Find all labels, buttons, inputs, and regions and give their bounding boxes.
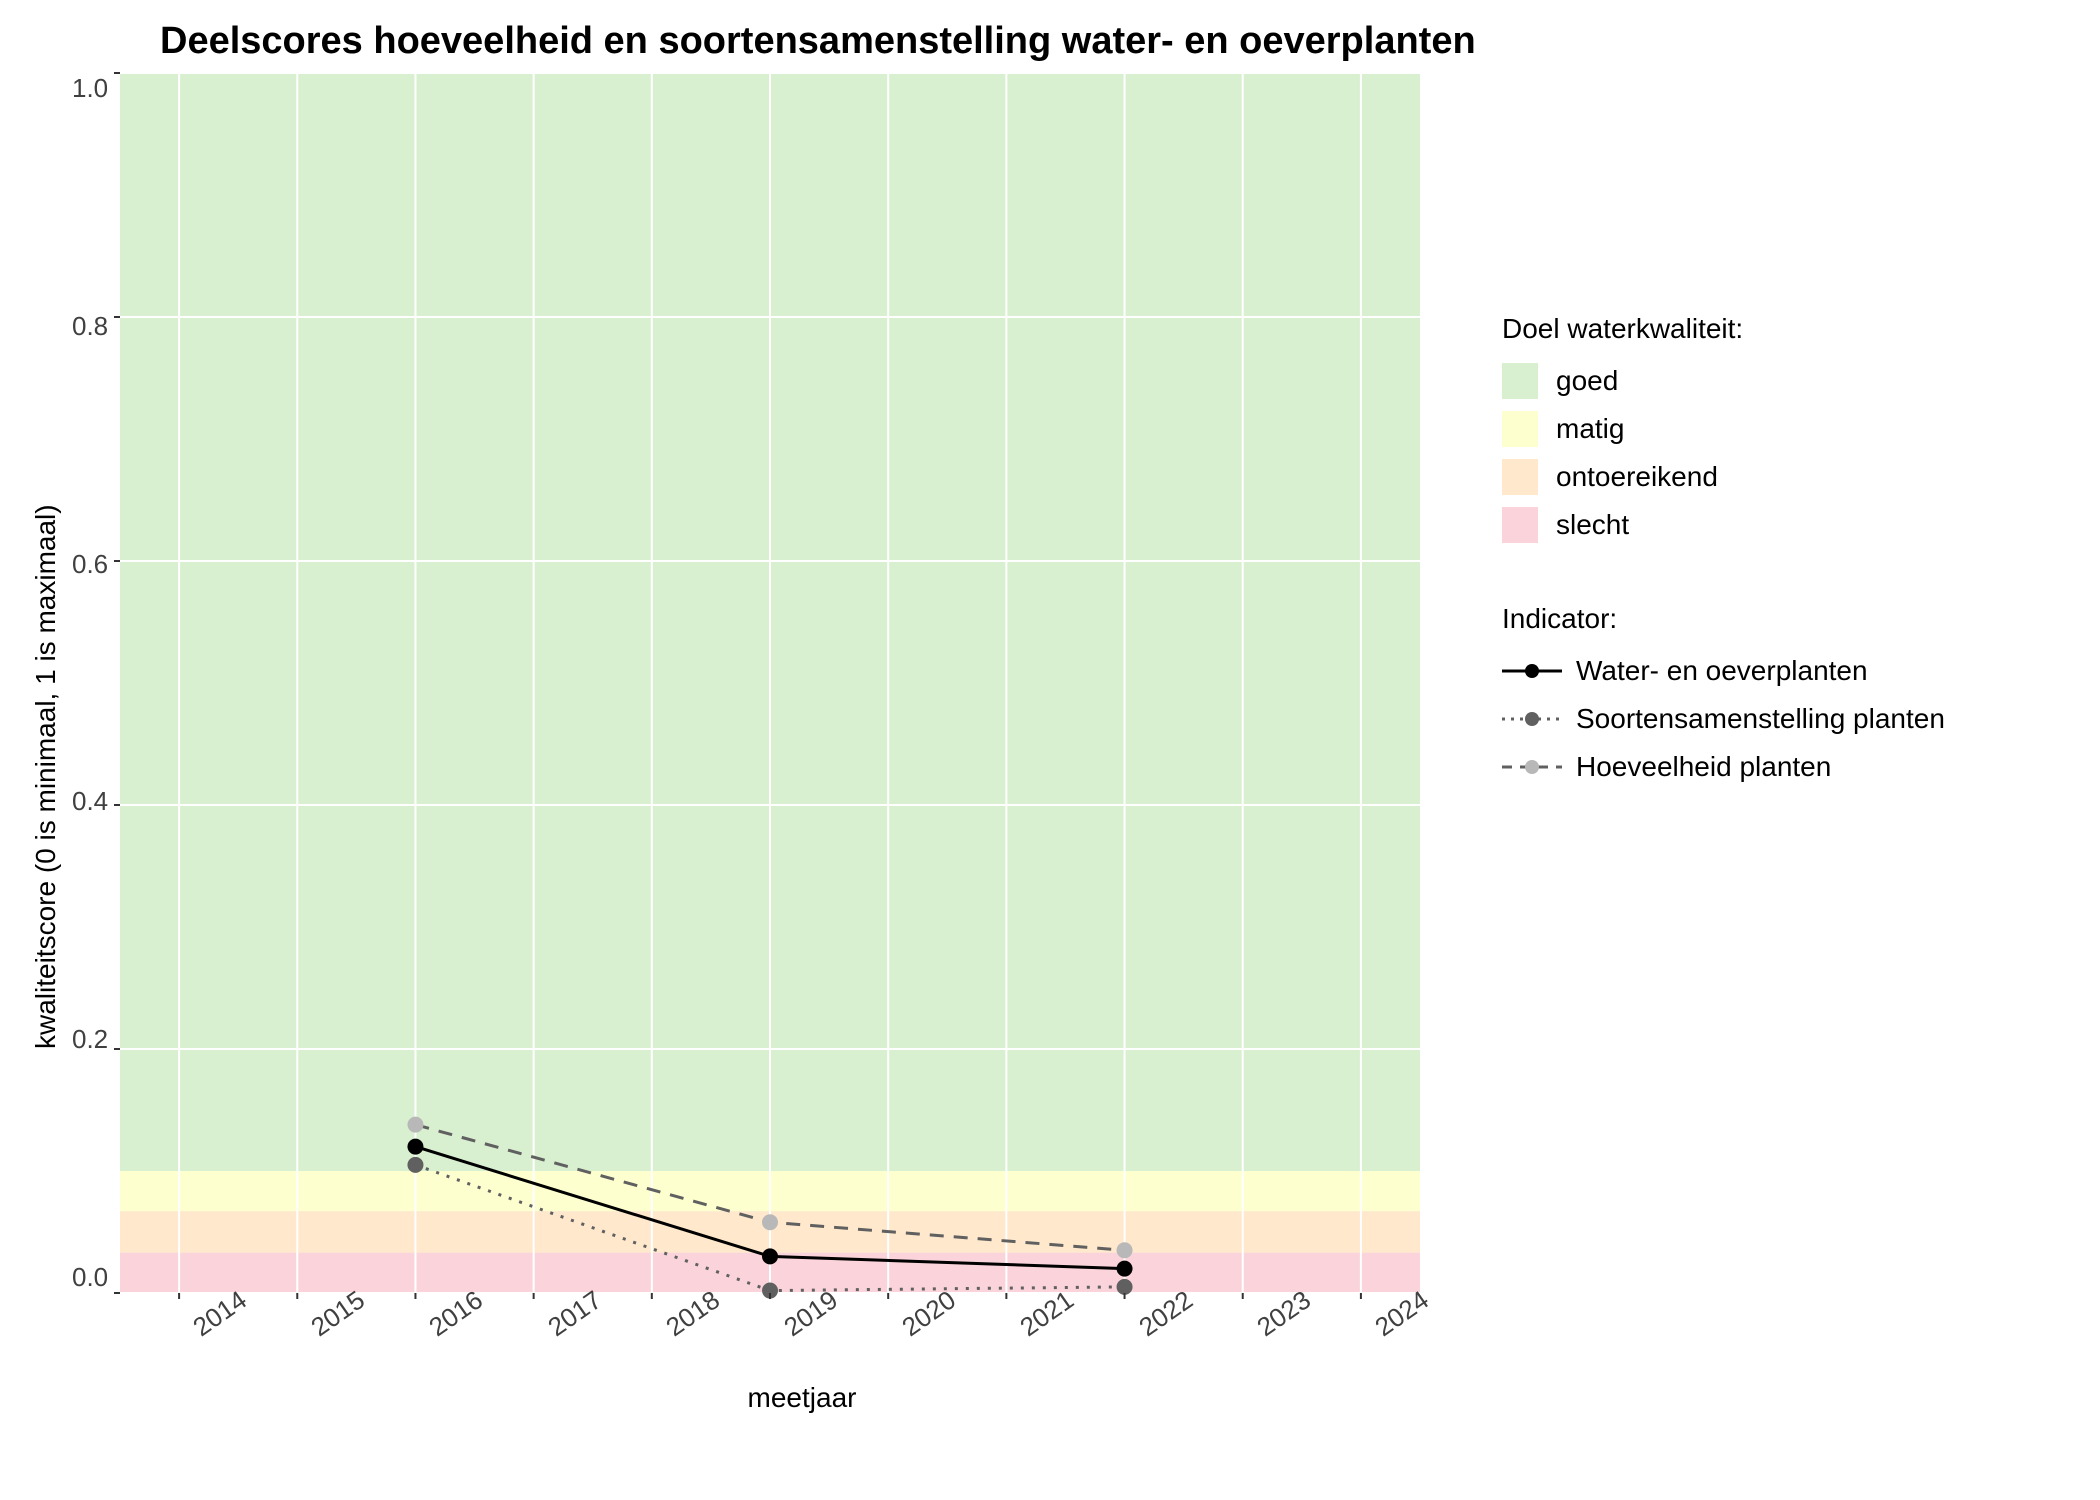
legend-label: Hoeveelheid planten [1576, 751, 1831, 783]
legend-item-hoeveelheid: Hoeveelheid planten [1502, 749, 1945, 785]
chart-container: Deelscores hoeveelheid en soortensamenst… [20, 20, 2080, 1480]
line-sample-dashed-icon [1502, 749, 1562, 785]
y-axis-label: kwaliteitscore (0 is minimaal, 1 is maxi… [20, 73, 72, 1480]
chart-body: kwaliteitscore (0 is minimaal, 1 is maxi… [20, 73, 2080, 1480]
y-ticks: 1.0 0.8 0.6 0.4 0.2 0.0 [72, 73, 120, 1293]
plot-canvas [120, 73, 1420, 1293]
plot-column: 1.0 0.8 0.6 0.4 0.2 0.0 2014 2015 2016 [72, 73, 1452, 1480]
y-tick: 1.0 [72, 73, 108, 104]
swatch-slecht [1502, 507, 1538, 543]
legend-label: Soortensamenstelling planten [1576, 703, 1945, 735]
y-tick: 0.0 [72, 1262, 108, 1293]
legend-item-soortensamenstelling: Soortensamenstelling planten [1502, 701, 1945, 737]
legend-label: matig [1556, 413, 1624, 445]
legend-label: ontoereikend [1556, 461, 1718, 493]
swatch-goed [1502, 363, 1538, 399]
plot-area: 1.0 0.8 0.6 0.4 0.2 0.0 [72, 73, 1452, 1293]
legend-label: Water- en oeverplanten [1576, 655, 1868, 687]
y-tick: 0.6 [72, 549, 108, 580]
chart-title: Deelscores hoeveelheid en soortensamenst… [160, 20, 2080, 63]
x-axis-label: meetjaar [152, 1382, 1452, 1414]
legend-indicator-title: Indicator: [1502, 603, 1945, 635]
legend-item-ontoereikend: ontoereikend [1502, 459, 1945, 495]
plot-wrap: kwaliteitscore (0 is minimaal, 1 is maxi… [20, 73, 1452, 1480]
legend-bands-title: Doel waterkwaliteit: [1502, 313, 1945, 345]
y-tick: 0.2 [72, 1024, 108, 1055]
legend-indicator: Indicator: Water- en oeverplanten Soorte… [1502, 603, 1945, 785]
legend-label: goed [1556, 365, 1618, 397]
y-tick: 0.8 [72, 311, 108, 342]
legend-item-goed: goed [1502, 363, 1945, 399]
legend-label: slecht [1556, 509, 1629, 541]
line-sample-dotted-icon [1502, 701, 1562, 737]
line-sample-solid-icon [1502, 653, 1562, 689]
swatch-matig [1502, 411, 1538, 447]
plot-svg [120, 73, 1420, 1293]
y-tick: 0.4 [72, 786, 108, 817]
legend: Doel waterkwaliteit: goed matig ontoerei… [1452, 73, 1945, 1480]
legend-item-slecht: slecht [1502, 507, 1945, 543]
x-ticks: 2014 2015 2016 2017 2018 2019 2020 2021 … [152, 1293, 1452, 1332]
swatch-ontoereikend [1502, 459, 1538, 495]
legend-item-water-oeverplanten: Water- en oeverplanten [1502, 653, 1945, 689]
legend-item-matig: matig [1502, 411, 1945, 447]
